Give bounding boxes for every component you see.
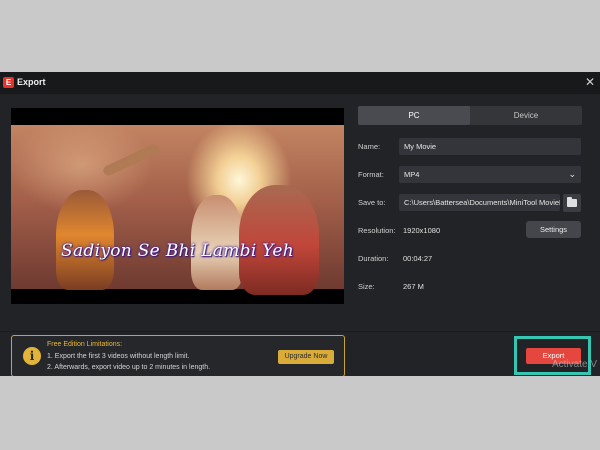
duration-label: Duration: [358, 254, 389, 263]
video-subtitle: Sadiyon Se Bhi Lambi Yeh [61, 241, 294, 261]
name-field[interactable]: My Movie [399, 138, 581, 155]
size-label: Size: [358, 282, 375, 291]
resolution-value: 1920x1080 [403, 226, 441, 235]
background-top [0, 0, 600, 72]
tab-pc[interactable]: PC [358, 106, 470, 125]
page: E Export ✕ Sadiyon Se Bhi Lambi Yeh PC D… [0, 0, 600, 450]
free-edition-notice: i Free Edition Limitations: 1. Export th… [11, 335, 345, 377]
save-path-field[interactable]: C:\Users\Battersea\Documents\MiniTool Mo… [399, 194, 560, 211]
duration-value: 00:04:27 [403, 254, 433, 263]
scene-figure-right [239, 185, 319, 295]
scene-arm [101, 142, 161, 178]
info-icon: i [23, 347, 41, 365]
browse-folder-button[interactable] [563, 194, 581, 212]
video-frame: Sadiyon Se Bhi Lambi Yeh [11, 125, 344, 295]
size-value: 267 M [403, 282, 424, 291]
export-window: E Export ✕ Sadiyon Se Bhi Lambi Yeh PC D… [0, 72, 600, 377]
app-logo-icon: E [3, 77, 14, 88]
format-value: MP4 [404, 170, 420, 179]
tab-device[interactable]: Device [470, 106, 582, 125]
footer-divider [0, 331, 600, 332]
upgrade-now-button[interactable]: Upgrade Now [278, 350, 334, 364]
window-title: Export [17, 77, 46, 87]
format-select[interactable]: MP4 ⌄ [399, 166, 581, 183]
close-icon[interactable]: ✕ [585, 75, 595, 89]
format-label: Format: [358, 170, 384, 179]
notice-title: Free Edition Limitations: [47, 341, 123, 348]
resolution-label: Resolution: [358, 226, 396, 235]
folder-icon [567, 197, 577, 207]
background-bottom [0, 376, 600, 450]
title-bar: E Export ✕ [0, 72, 600, 94]
save-to-label: Save to: [358, 198, 386, 207]
notice-line-2: 2. Afterwards, export video up to 2 minu… [47, 364, 211, 371]
notice-line-1: 1. Export the first 3 videos without len… [47, 353, 190, 360]
settings-button[interactable]: Settings [526, 221, 581, 238]
video-preview: Sadiyon Se Bhi Lambi Yeh [11, 108, 344, 304]
target-tabs: PC Device [358, 106, 582, 125]
name-label: Name: [358, 142, 381, 151]
activate-watermark: Activate V [552, 359, 598, 370]
scene-figure-left [56, 190, 114, 290]
chevron-down-icon: ⌄ [568, 169, 576, 179]
